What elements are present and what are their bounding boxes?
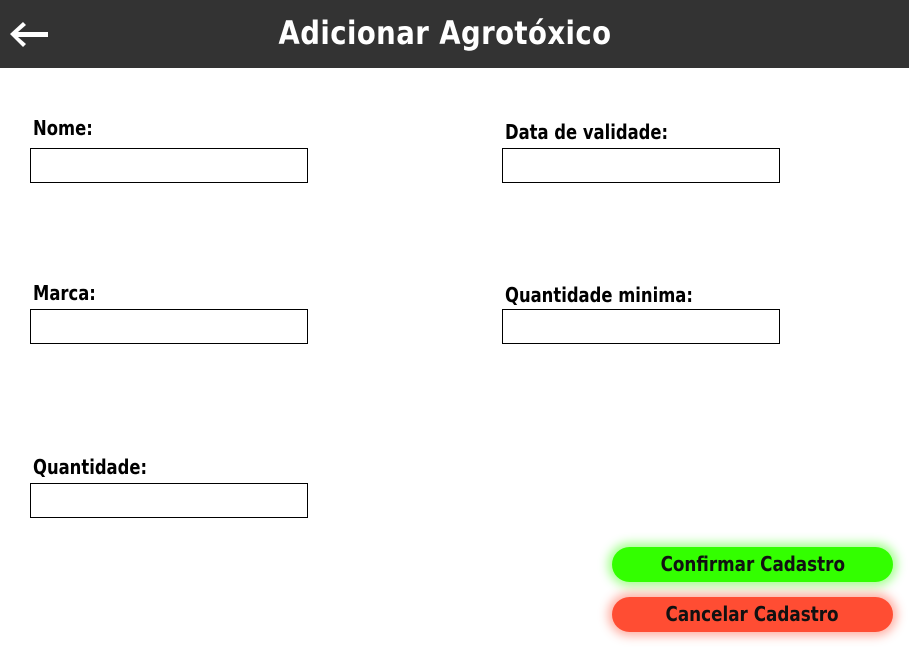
nome-input[interactable]	[30, 148, 308, 183]
page: Adicionar Agrotóxico Nome: Data de valid…	[0, 0, 909, 647]
quantidade-minima-label: Quantidade minima:	[505, 283, 693, 307]
marca-input[interactable]	[30, 309, 308, 344]
confirm-button-label: Confirmar Cadastro	[660, 552, 845, 576]
quantidade-label: Quantidade:	[33, 455, 148, 479]
quantidade-minima-input[interactable]	[502, 309, 780, 344]
back-button[interactable]	[10, 20, 50, 48]
cancel-button[interactable]: Cancelar Cadastro	[612, 597, 893, 632]
quantidade-input[interactable]	[30, 483, 308, 518]
data-validade-label: Data de validade:	[505, 120, 669, 144]
marca-label: Marca:	[33, 281, 96, 305]
arrow-left-icon	[10, 22, 48, 47]
confirm-button[interactable]: Confirmar Cadastro	[612, 547, 893, 582]
page-title: Adicionar Agrotóxico	[278, 14, 612, 52]
nome-label: Nome:	[33, 116, 93, 140]
data-validade-input[interactable]	[502, 148, 780, 183]
cancel-button-label: Cancelar Cadastro	[665, 602, 840, 626]
app-header: Adicionar Agrotóxico	[0, 0, 909, 68]
